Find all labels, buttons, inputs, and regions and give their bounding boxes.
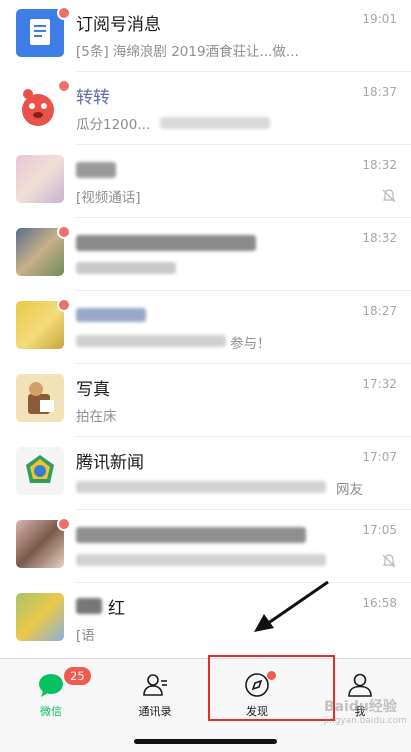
chat-time: 19:01 [362, 12, 397, 26]
unread-dot [57, 298, 71, 312]
chat-subtitle: [语 [76, 628, 95, 644]
chat-title: 订阅号消息 [76, 15, 161, 35]
chat-subtitle: 瓜分1200... [76, 117, 151, 133]
chat-row[interactable]: 红 [语 16:58 [0, 584, 411, 656]
chat-row[interactable]: 转转 瓜分1200... 18:37 [0, 73, 411, 145]
chat-row[interactable]: 参与！ 18:27 [0, 292, 411, 364]
unread-badge: 25 [64, 667, 91, 685]
tab-label: 通讯录 [138, 705, 172, 718]
avatar [16, 447, 64, 495]
chat-row[interactable]: 订阅号消息 [5条] 海绵浪剧 2019酒食荘让...做... 19:01 [0, 0, 411, 72]
annotation-arrow [254, 580, 329, 632]
blurred-text [76, 262, 176, 274]
chat-row[interactable]: 写真 拍在床 17:32 [0, 365, 411, 437]
divider [76, 290, 411, 291]
chat-subtitle: 参与！ [230, 336, 271, 352]
divider [76, 217, 411, 218]
highlight-box [208, 655, 335, 721]
chat-subtitle: [视频通话] [76, 190, 141, 206]
contacts-icon [143, 674, 167, 696]
tab-contacts[interactable]: 通讯录 [104, 659, 206, 723]
chat-row[interactable]: 17:05 [0, 511, 411, 583]
blurred-name [76, 235, 256, 251]
chat-time: 17:07 [362, 450, 397, 464]
chat-title: 红 [108, 599, 125, 619]
chat-time: 18:32 [362, 158, 397, 172]
divider [76, 363, 411, 364]
chat-row[interactable]: 腾讯新闻 网友 17:07 [0, 438, 411, 510]
chat-title: 腾讯新闻 [76, 453, 144, 473]
avatar [16, 155, 64, 203]
divider [76, 509, 411, 510]
tab-label: 微信 [40, 705, 62, 718]
unread-dot [57, 79, 71, 93]
blurred-name [76, 598, 102, 614]
blurred-name [76, 162, 116, 178]
unread-dot [57, 517, 71, 531]
mute-bell-icon [382, 554, 396, 568]
divider [76, 71, 411, 72]
chat-subtitle: [5条] 海绵浪剧 2019酒食荘让...做... [76, 44, 299, 60]
watermark-brand: Baidu经验 [323, 699, 397, 715]
chat-time: 18:32 [362, 231, 397, 245]
chat-list: 订阅号消息 [5条] 海绵浪剧 2019酒食荘让...做... 19:01 转转… [0, 0, 411, 658]
chat-time: 17:32 [362, 377, 397, 391]
person-icon [348, 673, 372, 697]
chat-time: 18:37 [362, 85, 397, 99]
watermark: Baidu经验 jingyan.baidu.com [324, 696, 407, 726]
chat-row[interactable]: 18:32 [0, 219, 411, 291]
divider [76, 436, 411, 437]
chat-subtitle: 拍在床 [76, 409, 117, 425]
chat-bubble-icon [39, 674, 63, 697]
avatar [16, 593, 64, 641]
blurred-text [160, 117, 270, 129]
chat-time: 17:05 [362, 523, 397, 537]
chat-time: 16:58 [362, 596, 397, 610]
chat-title: 写真 [76, 380, 110, 400]
blurred-text [76, 335, 226, 347]
mute-bell-icon [382, 189, 396, 203]
blurred-text [76, 481, 326, 493]
blurred-name [76, 527, 306, 543]
blurred-text [76, 554, 326, 566]
blurred-name [76, 308, 146, 322]
divider [76, 144, 411, 145]
avatar [16, 374, 64, 422]
chat-title: 转转 [76, 88, 110, 108]
unread-dot [57, 6, 71, 20]
divider [76, 582, 411, 583]
chat-time: 18:27 [362, 304, 397, 318]
tab-wechat[interactable]: 25 微信 [0, 659, 102, 723]
chat-subtitle: 网友 [336, 482, 363, 498]
home-indicator[interactable] [134, 739, 277, 744]
unread-dot [57, 225, 71, 239]
chat-row[interactable]: [视频通话] 18:32 [0, 146, 411, 218]
watermark-url: jingyan.baidu.com [323, 716, 407, 726]
